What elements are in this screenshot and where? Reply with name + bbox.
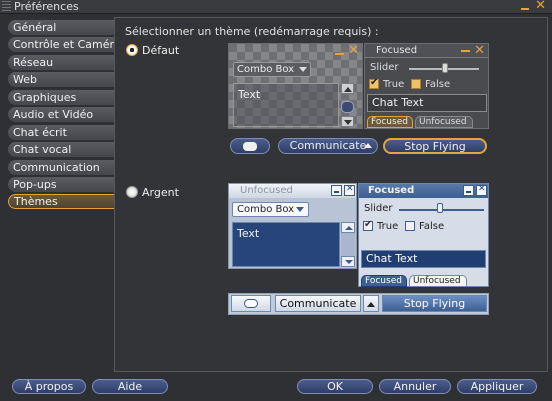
radio-default[interactable]	[126, 44, 138, 56]
sidebar-item-themes[interactable]: Thèmes	[8, 194, 114, 210]
default-tab-focused: Focused	[367, 116, 413, 128]
silver-false-label: False	[419, 221, 445, 232]
scroll-up-icon	[341, 83, 354, 94]
chevron-down-icon	[299, 67, 307, 72]
default-false-label: False	[425, 79, 451, 90]
default-preview-bar: Communicate Stop Flying	[228, 137, 489, 157]
silver-combo-label: Combo Box	[237, 204, 295, 215]
scroll-up-icon	[341, 222, 355, 233]
scroll-thumb	[341, 101, 354, 113]
sidebar-item-audio-video[interactable]: Audio et Vidéo	[8, 107, 114, 123]
sidebar-item-voice-chat[interactable]: Chat vocal	[8, 142, 114, 158]
close-icon[interactable]: ✕	[535, 0, 546, 13]
silver-tabs: Focused Unfocused	[361, 275, 486, 287]
silver-focused-title: Focused	[368, 185, 415, 196]
silver-stop-flying-button: Stop Flying	[382, 295, 487, 312]
radio-silver-label[interactable]: Argent	[142, 186, 179, 199]
silver-true-label: True	[377, 221, 399, 232]
apply-button[interactable]: Appliquer	[457, 379, 537, 394]
cancel-button[interactable]: Annuler	[379, 379, 451, 394]
minimize-icon[interactable]	[520, 2, 530, 12]
scroll-down-icon	[341, 116, 354, 127]
silver-focused-header: Focused	[359, 184, 488, 198]
close-icon	[476, 184, 487, 196]
themes-panel: Sélectionner un thème (redémarrage requi…	[114, 17, 548, 372]
title-bar: Préférences ✕	[0, 0, 552, 14]
about-button[interactable]: À propos	[12, 379, 86, 394]
default-combo-label: Combo Box	[237, 64, 295, 75]
silver-unfocused-header: Unfocused	[229, 184, 356, 198]
drag-handle-icon[interactable]	[2, 1, 11, 12]
radio-silver[interactable]	[126, 186, 138, 198]
sidebar-item-general[interactable]: Général	[8, 20, 114, 35]
default-scrollbar	[341, 83, 355, 127]
default-slider-thumb	[442, 63, 448, 73]
minimize-icon	[335, 53, 344, 55]
default-preview-unfocused: ✕ Combo Box Text	[228, 43, 363, 129]
default-focused-title: Focused	[376, 45, 418, 56]
silver-unfocused-title: Unfocused	[240, 185, 293, 196]
chat-bubble-icon	[231, 295, 271, 312]
silver-text-area: Text	[232, 222, 340, 267]
silver-preview-unfocused: Unfocused Combo Box Text	[228, 183, 357, 269]
minimize-icon	[331, 185, 342, 196]
minimize-icon	[461, 50, 470, 52]
radio-default-label[interactable]: Défaut	[142, 44, 179, 57]
sidebar: Général Contrôle et Camér Réseau Web Gra…	[8, 20, 114, 212]
default-preview-focused: Focused ✕ Slider True False Chat Text Fo…	[364, 43, 489, 129]
sidebar-item-popups[interactable]: Pop-ups	[8, 176, 114, 192]
default-tabs: Focused Unfocused	[367, 116, 487, 128]
sidebar-item-network[interactable]: Réseau	[8, 54, 114, 70]
default-chat-text: Chat Text	[367, 94, 487, 112]
help-button[interactable]: Aide	[92, 379, 168, 394]
default-stop-flying-button: Stop Flying	[383, 138, 487, 154]
silver-chat-text: Chat Text	[361, 250, 486, 268]
default-focused-header: Focused ✕	[365, 43, 488, 58]
sidebar-item-graphics[interactable]: Graphiques	[8, 89, 114, 105]
silver-tab-unfocused: Unfocused	[409, 275, 467, 287]
minimize-icon	[463, 185, 474, 196]
close-icon: ✕	[348, 43, 359, 58]
default-checkbox-false	[411, 79, 421, 89]
window-title: Préférences	[14, 0, 79, 13]
silver-checkbox-false	[405, 221, 415, 231]
ok-button[interactable]: OK	[297, 379, 373, 394]
default-checkbox-true	[369, 77, 379, 89]
sidebar-item-web[interactable]: Web	[8, 72, 114, 88]
sidebar-item-text-chat[interactable]: Chat écrit	[8, 124, 114, 140]
default-combo-box: Combo Box	[233, 62, 311, 77]
default-true-label: True	[383, 79, 405, 90]
silver-scrollbar	[341, 222, 355, 267]
silver-slider-thumb	[437, 203, 443, 213]
silver-communicate-arrow-icon	[363, 295, 379, 312]
sidebar-item-controls[interactable]: Contrôle et Camér	[8, 37, 114, 53]
chevron-down-icon	[296, 207, 304, 212]
themes-heading: Sélectionner un thème (redémarrage requi…	[125, 25, 379, 38]
default-communicate-arrow-icon	[358, 138, 378, 154]
chat-bubble-icon	[230, 138, 270, 154]
silver-preview-bar: Communicate Stop Flying	[228, 293, 489, 315]
silver-checkbox-true	[363, 219, 373, 231]
default-slider-label: Slider	[370, 62, 399, 73]
close-icon: ✕	[474, 43, 485, 58]
scroll-down-icon	[341, 256, 355, 267]
silver-combo-box: Combo Box	[232, 202, 309, 217]
sidebar-item-communication[interactable]: Communication	[8, 159, 114, 175]
default-tab-unfocused: Unfocused	[415, 116, 473, 128]
silver-tab-focused: Focused	[361, 275, 407, 287]
silver-slider-label: Slider	[364, 203, 393, 214]
silver-communicate-button: Communicate	[275, 295, 361, 312]
default-text-area: Text	[233, 83, 339, 127]
silver-preview-focused: Focused Slider True False Chat Text Focu…	[358, 183, 489, 287]
close-icon	[344, 184, 355, 196]
